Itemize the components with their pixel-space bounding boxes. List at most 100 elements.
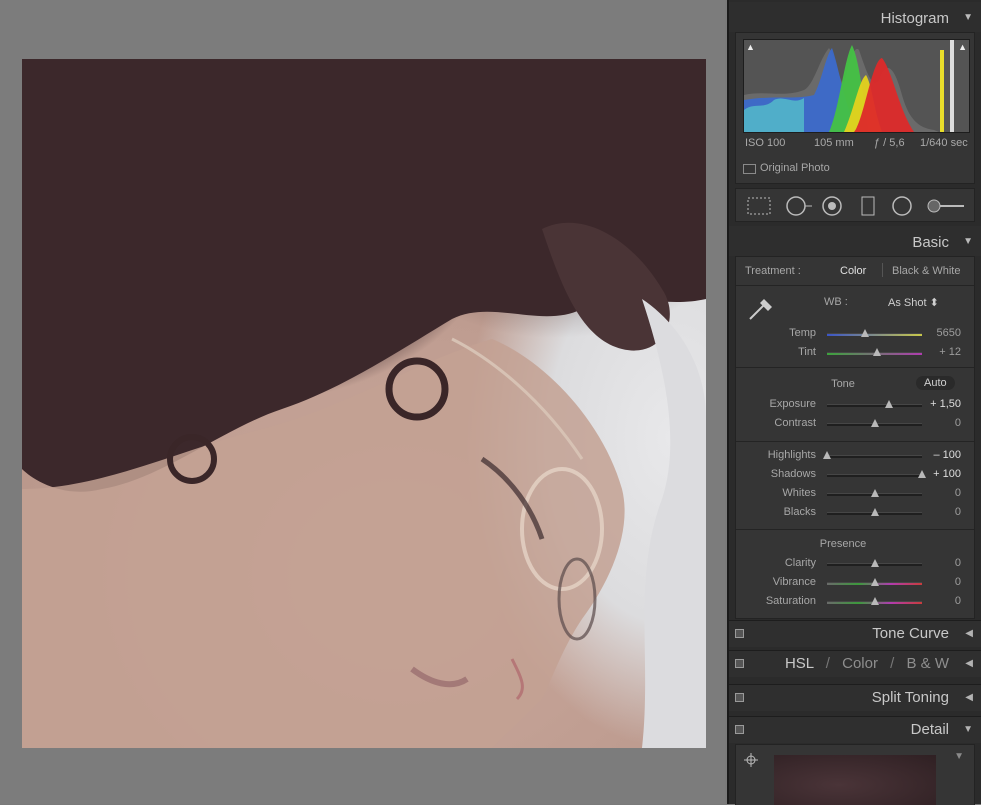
shadows-label: Shadows xyxy=(770,468,816,480)
detail-preview-thumbnail[interactable] xyxy=(774,755,936,805)
original-photo-label: Original Photo xyxy=(760,162,830,174)
adjustment-brush-icon[interactable] xyxy=(927,199,964,213)
treatment-bw-option[interactable]: Black & White xyxy=(892,265,960,277)
wb-dropdown[interactable]: As Shot ⬍ xyxy=(888,296,939,309)
contrast-value[interactable]: 0 xyxy=(919,417,961,429)
whites-label: Whites xyxy=(782,487,816,499)
highlight-clipping-icon[interactable]: ▲ xyxy=(958,42,967,52)
exposure-value[interactable]: + 1,50 xyxy=(919,398,961,410)
eyedropper-icon[interactable] xyxy=(744,291,778,325)
detail-panel-box: ▼ xyxy=(735,744,975,805)
clarity-slider-thumb[interactable] xyxy=(870,559,879,567)
image-canvas xyxy=(0,0,725,804)
expand-triangle-icon[interactable]: ◀ xyxy=(965,628,973,639)
temp-slider-thumb[interactable] xyxy=(861,329,869,337)
blacks-slider-thumb[interactable] xyxy=(870,508,879,516)
tint-slider-thumb[interactable] xyxy=(873,348,882,356)
develop-right-panel: Histogram ▼ ▲ ▲ ISO 100 105 mm ƒ / 5,6 1… xyxy=(727,0,981,805)
treatment-label: Treatment : xyxy=(745,265,801,277)
hsl-header[interactable]: HSL / Color / B & W ◀ xyxy=(729,650,981,677)
saturation-label: Saturation xyxy=(765,595,816,607)
vibrance-slider[interactable] xyxy=(827,578,922,586)
vibrance-value[interactable]: 0 xyxy=(919,576,961,588)
treatment-color-option[interactable]: Color xyxy=(840,265,866,277)
basic-title: Basic xyxy=(912,234,949,251)
histogram-graph: ▲ ▲ xyxy=(743,39,970,133)
split-toning-header[interactable]: Split Toning ◀ xyxy=(729,684,981,711)
saturation-value[interactable]: 0 xyxy=(919,595,961,607)
whites-slider-thumb[interactable] xyxy=(870,489,879,497)
crop-tool-icon[interactable] xyxy=(747,197,771,215)
contrast-slider-thumb[interactable] xyxy=(870,419,879,427)
clarity-label: Clarity xyxy=(784,557,816,569)
whites-slider[interactable] xyxy=(827,489,922,497)
photo-illustration xyxy=(22,59,706,748)
histogram-box: ▲ ▲ ISO 100 105 mm ƒ / 5,6 1/640 sec Ori… xyxy=(735,32,975,184)
highlights-slider[interactable] xyxy=(823,451,922,459)
temp-value[interactable]: 5650 xyxy=(919,327,961,339)
tone-curve-title: Tone Curve xyxy=(872,625,949,642)
auto-tone-button[interactable]: Auto xyxy=(916,376,955,390)
tint-slider[interactable] xyxy=(827,348,922,356)
blacks-value[interactable]: 0 xyxy=(919,506,961,518)
preview-toggle-triangle-icon[interactable]: ▼ xyxy=(954,751,964,762)
hsl-separator: / xyxy=(890,655,895,672)
radial-filter-icon[interactable] xyxy=(892,196,912,216)
temp-slider[interactable] xyxy=(827,329,922,337)
panel-toggle-switch[interactable] xyxy=(735,693,744,702)
temp-label: Temp xyxy=(789,327,816,339)
expand-triangle-icon[interactable]: ◀ xyxy=(965,658,973,669)
tone-curve-header[interactable]: Tone Curve ◀ xyxy=(729,620,981,647)
detail-title: Detail xyxy=(910,721,949,738)
exposure-slider-thumb[interactable] xyxy=(884,400,893,408)
highlights-slider-thumb[interactable] xyxy=(823,451,831,459)
shadow-clipping-icon[interactable]: ▲ xyxy=(746,42,755,52)
wb-label: WB : xyxy=(824,296,848,308)
red-eye-icon[interactable] xyxy=(822,196,842,216)
collapse-triangle-icon[interactable]: ▼ xyxy=(963,724,973,735)
color-tab[interactable]: Color xyxy=(842,655,878,672)
blacks-slider[interactable] xyxy=(827,508,922,516)
spot-removal-icon[interactable] xyxy=(786,196,812,216)
target-crosshair-icon[interactable] xyxy=(744,753,758,767)
presence-title: Presence xyxy=(819,538,867,550)
saturation-slider[interactable] xyxy=(827,597,922,605)
hsl-tabs: HSL / Color / B & W xyxy=(785,655,949,672)
saturation-slider-thumb[interactable] xyxy=(870,597,879,605)
contrast-slider[interactable] xyxy=(827,419,922,427)
detail-header[interactable]: Detail ▼ xyxy=(729,716,981,743)
bw-tab[interactable]: B & W xyxy=(906,655,949,672)
original-photo-checkbox[interactable] xyxy=(743,164,756,174)
clarity-slider[interactable] xyxy=(827,559,922,567)
photo-preview[interactable] xyxy=(22,59,706,748)
highlights-label: Highlights xyxy=(767,449,816,461)
basic-header[interactable]: Basic ▼ xyxy=(729,226,981,256)
tool-strip xyxy=(735,188,975,222)
clarity-value[interactable]: 0 xyxy=(919,557,961,569)
expand-triangle-icon[interactable]: ◀ xyxy=(965,692,973,703)
collapse-triangle-icon[interactable]: ▼ xyxy=(963,236,973,247)
tint-value[interactable]: + 12 xyxy=(919,346,961,358)
focal-length: 105 mm xyxy=(814,137,854,149)
histogram-header[interactable]: Histogram ▼ xyxy=(729,2,981,32)
highlights-value[interactable]: – 100 xyxy=(919,449,961,461)
contrast-label: Contrast xyxy=(774,417,816,429)
graduated-filter-icon[interactable] xyxy=(861,196,875,216)
shadows-slider[interactable] xyxy=(827,470,926,478)
collapse-triangle-icon[interactable]: ▼ xyxy=(963,12,973,23)
split-toning-title: Split Toning xyxy=(871,689,949,706)
panel-toggle-switch[interactable] xyxy=(735,725,744,734)
exposure-label: Exposure xyxy=(769,398,816,410)
vibrance-slider-thumb[interactable] xyxy=(870,578,879,586)
panel-toggle-switch[interactable] xyxy=(735,629,744,638)
whites-value[interactable]: 0 xyxy=(919,487,961,499)
shadows-value[interactable]: + 100 xyxy=(919,468,961,480)
aperture-value: ƒ / 5,6 xyxy=(874,137,905,149)
exposure-slider[interactable] xyxy=(827,400,922,408)
hsl-tab[interactable]: HSL xyxy=(785,655,814,672)
basic-panel-box: Treatment : Color Black & White WB : As … xyxy=(735,256,975,619)
panel-toggle-switch[interactable] xyxy=(735,659,744,668)
hsl-separator: / xyxy=(825,655,830,672)
histogram-title: Histogram xyxy=(880,10,949,27)
shutter-value: 1/640 sec xyxy=(920,137,968,149)
